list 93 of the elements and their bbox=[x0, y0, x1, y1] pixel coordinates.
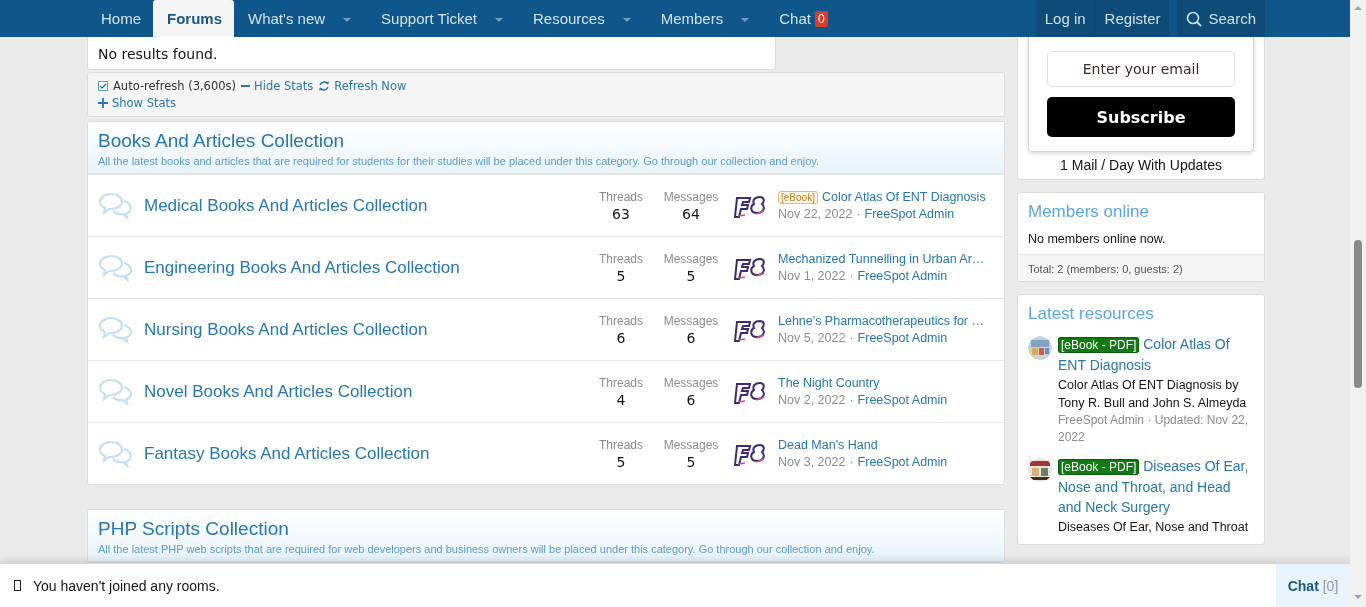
resource-title[interactable]: [eBook - PDF] Color Atlas Of ENT Diagnosis bbox=[1058, 334, 1254, 375]
separator-dot: · bbox=[849, 331, 854, 345]
forum-title[interactable]: Engineering Books And Articles Collection bbox=[144, 257, 586, 278]
category-description: All the latest PHP web scripts that are required for web developers and business owners will be placed under this category. Go through our collection and enjoy. bbox=[98, 543, 876, 555]
stat-label: Threads bbox=[599, 189, 643, 204]
category-title[interactable]: PHP Scripts Collection bbox=[98, 518, 994, 540]
count-badge: 0 bbox=[814, 10, 828, 27]
placeholder-glyph-icon bbox=[14, 580, 21, 591]
forum-title[interactable]: Nursing Books And Articles Collection bbox=[144, 319, 586, 340]
stat-label: Threads bbox=[599, 313, 643, 328]
thread-link[interactable]: Color Atlas Of ENT Diagnosis bbox=[821, 190, 986, 204]
separator-dot: · bbox=[849, 455, 854, 469]
stat-value: 5 bbox=[686, 267, 696, 284]
auto-refresh-label: Auto-refresh (3,600s) bbox=[113, 79, 237, 93]
category-description: All the latest books and articles that are required for students for their studies will be placed under this category. Go through our collection and enjoy. bbox=[98, 155, 821, 167]
post-date: Nov 3, 2022 bbox=[778, 455, 846, 469]
author-link[interactable]: FreeSpot Admin bbox=[857, 269, 948, 283]
refresh-icon bbox=[318, 80, 331, 92]
stat-value: 4 bbox=[616, 391, 626, 408]
stat-value: 5 bbox=[686, 453, 696, 470]
checkbox[interactable] bbox=[98, 81, 108, 91]
nav-tab[interactable]: Resources bbox=[519, 0, 647, 37]
stat-label: Threads bbox=[599, 437, 643, 452]
separator-dot: · bbox=[856, 207, 861, 221]
author-link[interactable]: FreeSpot Admin bbox=[857, 331, 948, 345]
subscribe-button[interactable]: Subscribe bbox=[1047, 97, 1235, 137]
members-total: Total: 2 (members: 0, guests: 2) bbox=[1018, 254, 1264, 281]
resource-description: Color Atlas Of ENT Diagnosis by Tony R. Bull and John S. Almeyda bbox=[1058, 377, 1248, 412]
resource-title[interactable]: [eBook - PDF] Diseases Of Ear, Nose and Throat, and Head and Neck Surgery bbox=[1058, 456, 1254, 517]
scrollbar-thumb[interactable] bbox=[1354, 240, 1362, 388]
stat-label: Messages bbox=[663, 251, 719, 266]
nav-tab[interactable]: Forums bbox=[153, 0, 235, 37]
stat-label: Messages bbox=[663, 189, 719, 204]
chat-message: You haven't joined any rooms. bbox=[33, 577, 220, 594]
nav-tab[interactable]: Support Ticket bbox=[367, 0, 519, 37]
author-link[interactable]: FreeSpot Admin bbox=[857, 393, 948, 407]
speech-bubbles-icon bbox=[98, 253, 134, 282]
speech-bubbles-icon bbox=[98, 315, 134, 344]
post-date: Nov 1, 2022 bbox=[778, 269, 846, 283]
email-field[interactable]: Enter your email bbox=[1047, 51, 1235, 87]
nav-tab[interactable]: What's new bbox=[234, 0, 368, 37]
plus-icon bbox=[98, 98, 108, 108]
subscribe-note: 1 Mail / Day With Updates bbox=[1059, 157, 1223, 173]
nav-tab[interactable]: Members bbox=[646, 0, 766, 37]
author-link[interactable]: FreeSpot Admin bbox=[857, 455, 948, 469]
stat-value: 63 bbox=[612, 205, 630, 222]
resource-description: Diseases Of Ear, Nose and Throat bbox=[1058, 519, 1250, 536]
forum-title[interactable]: Novel Books And Articles Collection bbox=[144, 381, 586, 402]
resource-tag: [eBook - PDF] bbox=[1058, 337, 1140, 353]
post-date: Nov 5, 2022 bbox=[778, 331, 846, 345]
stat-value: 6 bbox=[686, 329, 696, 346]
prefix-label: [eBook] bbox=[778, 190, 818, 204]
speech-bubbles-icon bbox=[98, 191, 134, 220]
show-stats-link[interactable]: Show Stats bbox=[98, 96, 177, 110]
panel-title: Members online bbox=[1027, 201, 1150, 223]
nav-tab[interactable]: Chat 0 bbox=[765, 0, 840, 37]
hide-stats-link[interactable]: Hide Stats bbox=[241, 79, 314, 93]
stat-label: Messages bbox=[663, 313, 719, 328]
speech-bubbles-icon bbox=[98, 439, 134, 468]
separator-dot: · bbox=[849, 269, 854, 283]
search-button[interactable]: Search bbox=[1177, 0, 1265, 37]
post-date: Nov 22, 2022 bbox=[778, 207, 853, 221]
refresh-link[interactable]: Refresh Now bbox=[318, 79, 407, 93]
chat-button[interactable]: Chat [0] bbox=[1276, 564, 1350, 607]
account-link[interactable]: Register bbox=[1094, 0, 1170, 37]
stat-value: 6 bbox=[686, 391, 696, 408]
stat-label: Threads bbox=[599, 251, 643, 266]
account-link[interactable]: Log in bbox=[1035, 0, 1095, 37]
stat-label: Messages bbox=[663, 375, 719, 390]
thread-link[interactable]: Mechanized Tunnelling in Urban Ar… bbox=[778, 252, 985, 266]
post-date: Nov 2, 2022 bbox=[778, 393, 846, 407]
stat-value: 6 bbox=[616, 329, 626, 346]
stat-value: 5 bbox=[616, 453, 626, 470]
thread-link[interactable]: Dead Man's Hand bbox=[778, 438, 878, 452]
author-link[interactable]: FreeSpot Admin bbox=[864, 207, 955, 221]
resource-meta: FreeSpot Admin · Updated: Nov 22, 2022 bbox=[1058, 412, 1250, 446]
search-icon bbox=[1186, 10, 1203, 27]
thread-link[interactable]: Lehne's Pharmacotherapeutics for … bbox=[778, 314, 984, 328]
results-message: No results found. bbox=[87, 37, 776, 70]
category-title[interactable]: Books And Articles Collection bbox=[98, 130, 994, 152]
forum-title[interactable]: Fantasy Books And Articles Collection bbox=[144, 443, 586, 464]
stat-label: Messages bbox=[663, 437, 719, 452]
separator-dot: · bbox=[849, 393, 854, 407]
forum-title[interactable]: Medical Books And Articles Collection bbox=[144, 195, 586, 216]
stat-value: 5 bbox=[616, 267, 626, 284]
nav-tab[interactable]: Home bbox=[87, 0, 153, 37]
stat-value: 64 bbox=[682, 205, 700, 222]
members-text: No members online now. bbox=[1027, 231, 1167, 248]
speech-bubbles-icon bbox=[98, 377, 134, 406]
panel-title: Latest resources bbox=[1027, 303, 1155, 325]
stat-label: Threads bbox=[599, 375, 643, 390]
resource-tag: [eBook - PDF] bbox=[1058, 459, 1140, 475]
thread-link[interactable]: The Night Country bbox=[778, 376, 880, 390]
